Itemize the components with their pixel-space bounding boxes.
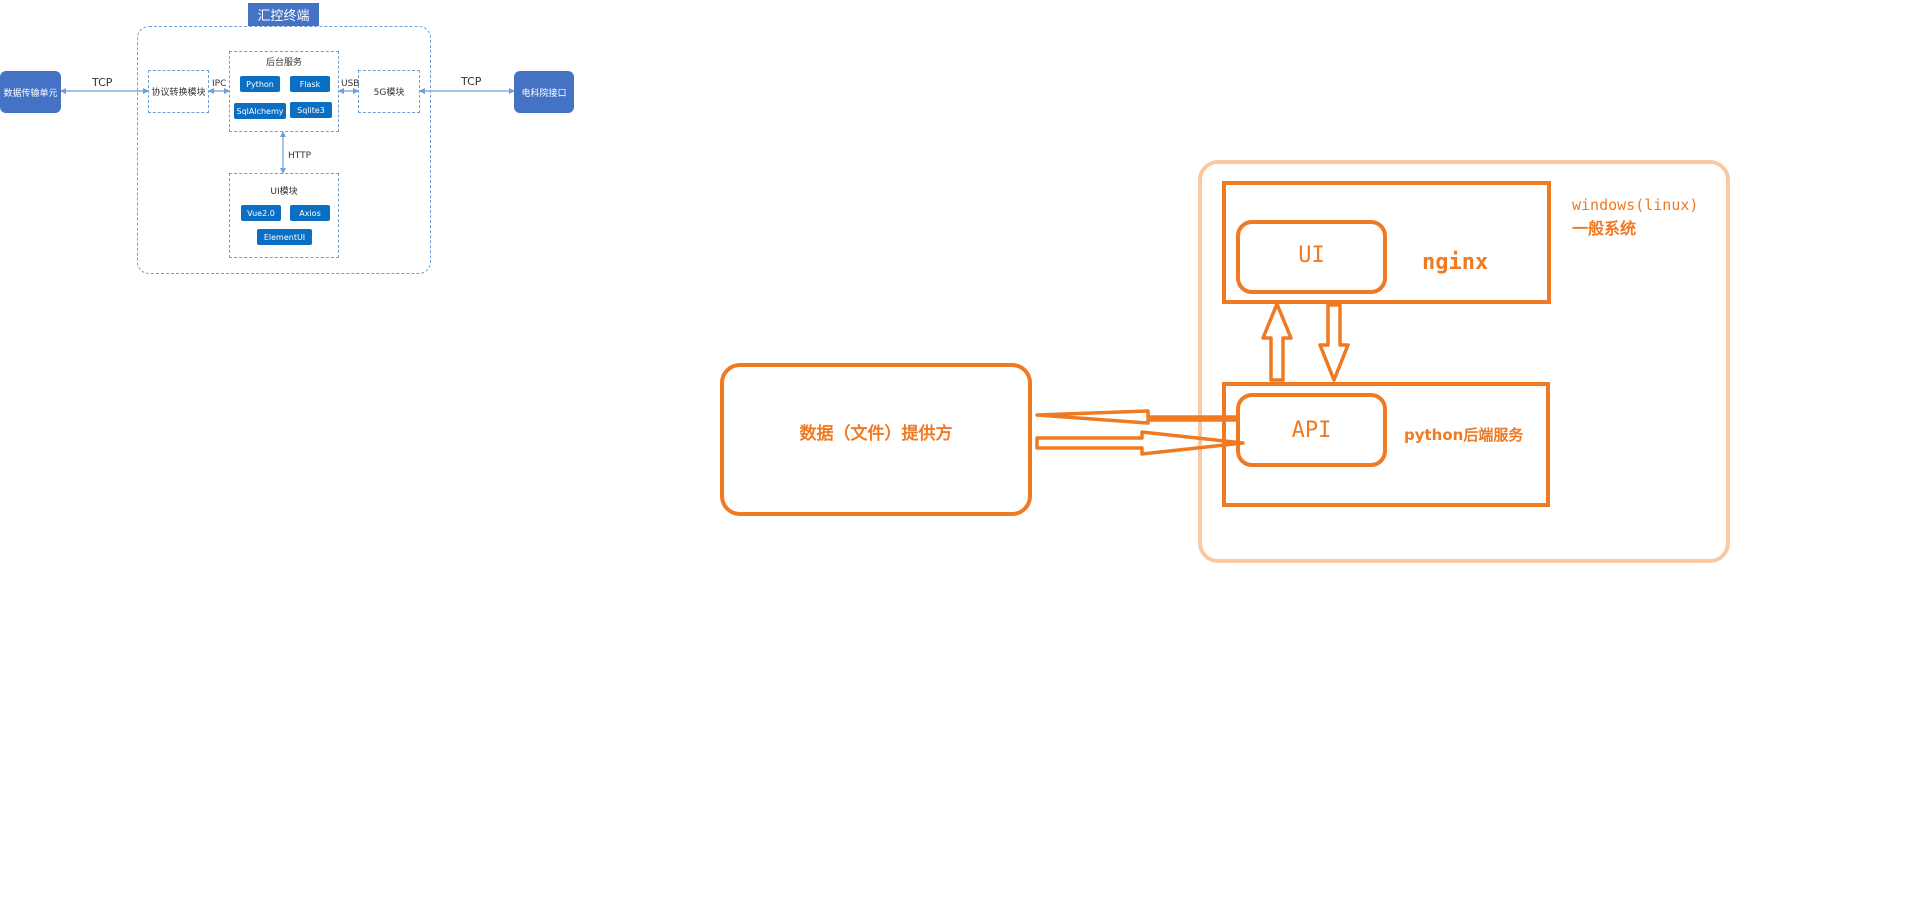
5g-module: 5G模块	[358, 70, 420, 113]
ui-label: UI	[1298, 243, 1325, 268]
arrow-down-ui-to-api	[1318, 303, 1350, 382]
ui-module-box: UI模块 Vue2.0 Axios ElementUI	[229, 173, 339, 258]
flask-chip: Flask	[290, 76, 330, 92]
backend-service-box: 后台服务 Python Flask SqlAlchemy Sqlite3	[229, 51, 339, 132]
axios-chip: Axios	[290, 205, 330, 221]
tcp-right-label: TCP	[461, 75, 482, 88]
api-label: API	[1291, 418, 1332, 443]
backend-service-title: 后台服务	[265, 58, 302, 68]
control-terminal-title: 汇控终端	[248, 3, 319, 26]
arrow-right-provider-to-api	[1035, 430, 1245, 456]
elementui-chip: ElementUI	[257, 229, 312, 245]
system-label-general: 一般系统	[1572, 219, 1637, 238]
sqlalchemy-chip: SqlAlchemy	[234, 103, 286, 119]
http-label: HTTP	[288, 151, 312, 161]
python-backend-label: python后端服务	[1404, 426, 1524, 444]
ipc-label: IPC	[212, 79, 227, 89]
data-transmission-unit-node: 数据传输单元	[0, 71, 61, 113]
data-provider-label: 数据（文件）提供方	[799, 424, 953, 444]
nginx-label: nginx	[1422, 250, 1489, 275]
python-chip: Python	[240, 76, 280, 92]
arrow-left-api-to-provider	[1035, 409, 1240, 425]
tcp-left-label: TCP	[92, 76, 113, 89]
vue-chip: Vue2.0	[241, 205, 281, 221]
sqlite3-chip: Sqlite3	[290, 102, 332, 118]
system-label-os: windows(linux)	[1572, 196, 1699, 214]
ui-module-title: UI模块	[270, 187, 298, 197]
protocol-conversion-module: 协议转换模块	[148, 70, 209, 113]
arrow-up-api-to-ui	[1261, 302, 1293, 382]
usb-label: USB	[341, 79, 360, 89]
grid-institute-api-node: 电科院接口	[514, 71, 574, 113]
